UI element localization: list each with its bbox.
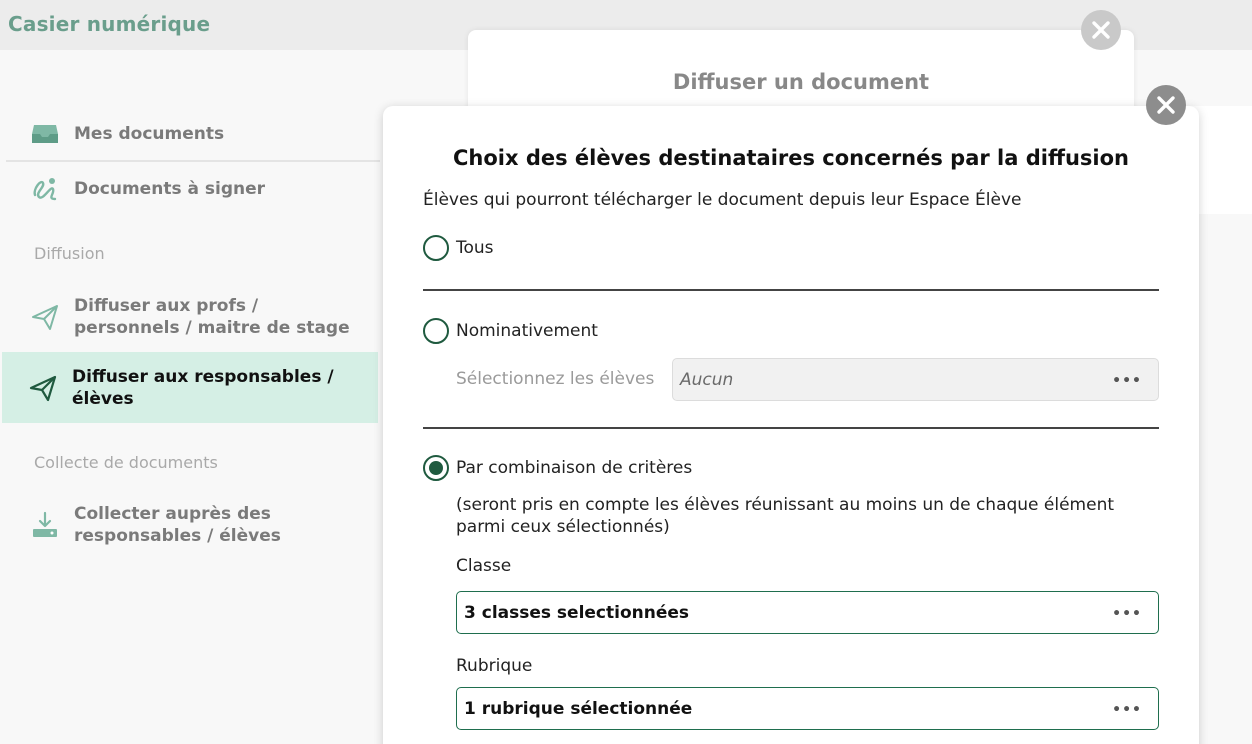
radio-par-combinaison[interactable]: Par combinaison de critères [423, 455, 692, 481]
download-tray-icon [30, 510, 60, 540]
sidebar-item-diffuser-profs[interactable]: Diffuser aux profs / personnels / maitre… [6, 294, 380, 340]
send-icon [30, 302, 60, 332]
divider [423, 289, 1159, 291]
send-icon [28, 373, 58, 403]
student-selection-modal: Choix des élèves destinataires concernés… [383, 106, 1199, 744]
sidebar-item-label: Diffuser aux responsables / élèves [72, 366, 334, 409]
section-label-collecte: Collecte de documents [34, 453, 218, 472]
close-icon [1157, 96, 1175, 114]
sidebar-item-label: Documents à signer [74, 179, 266, 199]
more-icon: ••• [1112, 373, 1142, 389]
sidebar-divider [6, 160, 380, 162]
app-title: Casier numérique [8, 12, 211, 36]
sidebar-item-label: Mes documents [74, 124, 225, 144]
sidebar-item-collecter[interactable]: Collecter auprès des responsables / élèv… [6, 502, 380, 548]
more-icon[interactable]: ••• [1112, 702, 1142, 718]
rubrique-select[interactable]: 1 rubrique sélectionnée ••• [456, 687, 1159, 730]
radio-label: Par combinaison de critères [456, 458, 693, 478]
select-students-field: Aucun ••• [672, 358, 1159, 401]
signature-icon [30, 174, 60, 204]
select-students-label: Sélectionnez les élèves [456, 369, 655, 389]
sidebar-item-diffuser-responsables[interactable]: Diffuser aux responsables / élèves [2, 352, 378, 423]
divider [423, 427, 1159, 429]
radio-circle[interactable] [423, 235, 449, 261]
modal-subtitle: Élèves qui pourront télécharger le docum… [423, 190, 1022, 210]
modal-close-button[interactable] [1146, 85, 1186, 125]
radio-label: Tous [456, 238, 494, 258]
sidebar-item-label: Collecter auprès des responsables / élèv… [74, 504, 281, 546]
criteria-note: (seront pris en compte les élèves réunis… [456, 495, 1115, 537]
section-label-diffusion: Diffusion [34, 244, 105, 263]
sidebar-item-mes-documents[interactable]: Mes documents [6, 118, 380, 150]
radio-tous[interactable]: Tous [423, 235, 494, 261]
modal-title: Choix des élèves destinataires concernés… [453, 146, 1129, 170]
radio-circle[interactable] [423, 318, 449, 344]
back-modal-close-button[interactable] [1081, 10, 1121, 50]
back-modal-title: Diffuser un document [672, 70, 930, 94]
sidebar-item-label: Diffuser aux profs / personnels / maitre… [74, 296, 350, 338]
classe-value: 3 classes selectionnées [464, 602, 690, 623]
sidebar-item-documents-a-signer[interactable]: Documents à signer [6, 173, 380, 205]
classe-select[interactable]: 3 classes selectionnées ••• [456, 591, 1159, 634]
radio-label: Nominativement [456, 321, 598, 341]
select-students-value: Aucun [680, 369, 734, 390]
inbox-icon [30, 119, 60, 149]
radio-circle-checked[interactable] [423, 455, 449, 481]
classe-label: Classe [456, 556, 512, 576]
close-icon [1092, 21, 1110, 39]
radio-dot [429, 461, 443, 475]
rubrique-label: Rubrique [456, 656, 533, 676]
more-icon[interactable]: ••• [1112, 606, 1142, 622]
sidebar: Mes documents Documents à signer Diffusi… [0, 106, 380, 744]
radio-nominativement[interactable]: Nominativement [423, 318, 598, 344]
rubrique-value: 1 rubrique sélectionnée [464, 698, 693, 719]
